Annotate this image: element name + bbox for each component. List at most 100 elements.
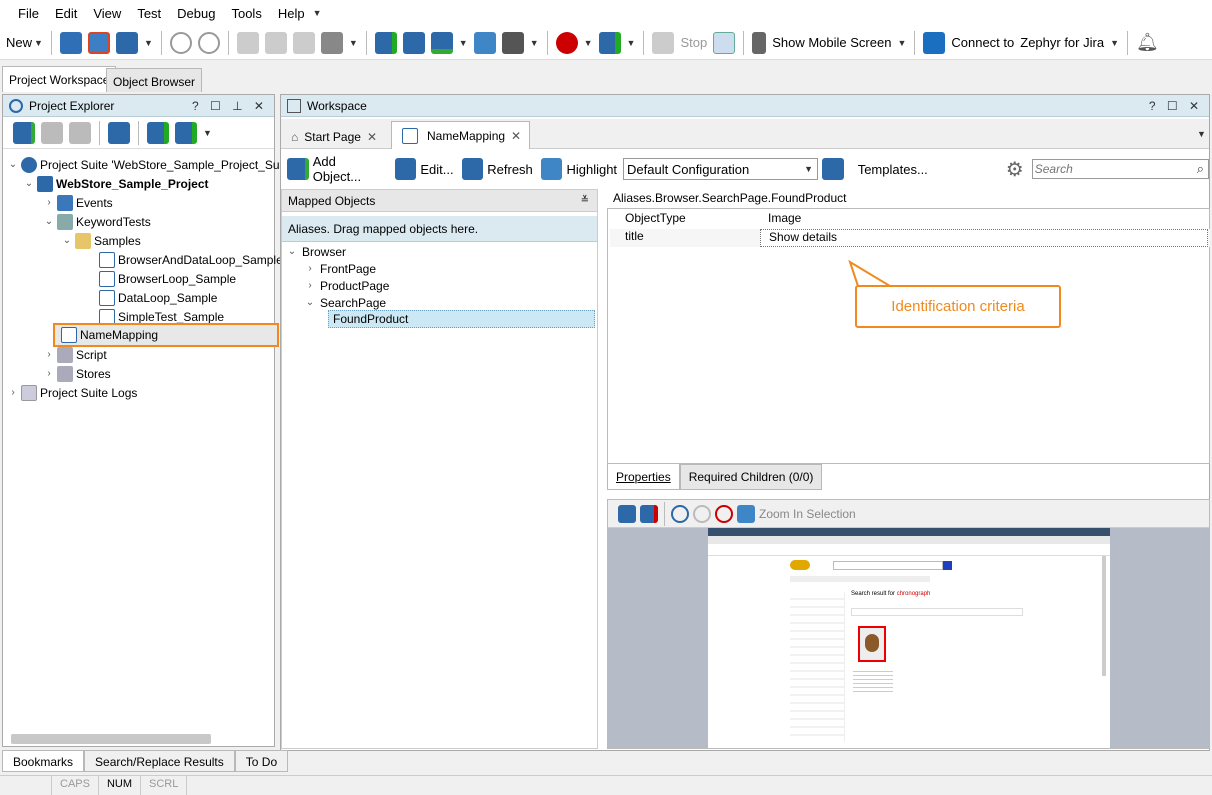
tree-item-browserloop[interactable]: BrowserLoop_Sample [97, 269, 236, 288]
add-project-icon[interactable] [13, 121, 35, 144]
menu-help[interactable]: Help [270, 6, 313, 21]
explorer-icon [9, 98, 23, 113]
panel-controls[interactable]: ? ☐ ⊥ ✕ [192, 99, 268, 113]
tab-project-workspace[interactable]: Project Workspace [2, 66, 117, 92]
zoom-in-icon[interactable] [671, 504, 689, 523]
search-input[interactable] [1032, 162, 1197, 176]
add-object-button[interactable]: Add Object... [313, 154, 387, 184]
workspace-header: Workspace ? ☐ ✕ [281, 95, 1209, 117]
configuration-select[interactable]: Default Configuration ▼ [623, 158, 819, 180]
menu-test[interactable]: Test [129, 6, 169, 21]
main-toolbar: New ▼ ▼ ▼ ▼ ▼ ▼ ▼ Stop Show Mobile Screen… [0, 26, 1212, 60]
project-explorer-header: Project Explorer ? ☐ ⊥ ✕ [3, 95, 274, 117]
close-project-icon[interactable] [87, 31, 110, 54]
paste-icon[interactable] [292, 31, 315, 54]
zoom-out-icon [693, 504, 711, 523]
mobile-icon[interactable] [752, 31, 767, 54]
tree-item-samples[interactable]: ⌄ Samples [61, 231, 141, 250]
close-icon[interactable]: ✕ [511, 129, 521, 143]
menu-file[interactable]: File [10, 6, 47, 21]
checkpoint-icon[interactable] [430, 31, 453, 54]
mini-scrollbar [1102, 556, 1106, 676]
stop-label: Stop [680, 35, 708, 50]
menu-edit[interactable]: Edit [47, 6, 85, 21]
undo-icon[interactable] [169, 31, 192, 54]
tree-item-browseranddataloop[interactable]: BrowserAndDataLoop_Sample [97, 250, 283, 269]
cut-icon[interactable] [236, 31, 259, 54]
tab-search-replace[interactable]: Search/Replace Results [84, 750, 235, 772]
debug-icon[interactable] [713, 31, 736, 54]
mapped-item-foundproduct[interactable]: FoundProduct [328, 310, 595, 328]
highlight-button[interactable]: Highlight [566, 162, 617, 177]
tree-item-stores[interactable]: › Stores [43, 364, 111, 383]
save-icon[interactable] [115, 31, 138, 54]
remove-item-disabled-icon [69, 121, 91, 144]
delete-icon[interactable] [320, 31, 343, 54]
workspace-icon [287, 98, 301, 113]
menu-debug[interactable]: Debug [169, 6, 223, 21]
tree-item-dataloop[interactable]: DataLoop_Sample [97, 288, 217, 307]
mini-search-button [943, 561, 952, 570]
record-icon[interactable] [555, 31, 578, 54]
collapse-icon[interactable]: ≚ [581, 195, 589, 206]
remote-icon[interactable] [473, 31, 496, 54]
run-suite-icon[interactable] [147, 121, 169, 144]
menu-overflow-icon[interactable]: ▼ [313, 8, 322, 18]
workspace-controls[interactable]: ? ☐ ✕ [1149, 99, 1203, 113]
tab-list-icon[interactable]: ▼ [1197, 129, 1206, 139]
templates-button[interactable]: Templates... [858, 162, 928, 177]
explorer-hscrollbar[interactable] [11, 734, 211, 744]
zephyr-label[interactable]: Zephyr for Jira [1020, 35, 1104, 50]
search-icon[interactable]: ⌕ [1197, 161, 1204, 177]
prop-row-objecttype[interactable]: ObjectType Image [610, 211, 1210, 229]
menu-bar: File Edit View Test Debug Tools Help ▼ [0, 0, 1212, 26]
search-box[interactable]: ⌕ [1031, 159, 1209, 179]
menu-tools[interactable]: Tools [223, 6, 269, 21]
object-spy-icon[interactable] [402, 31, 425, 54]
tab-todo[interactable]: To Do [234, 750, 289, 772]
tree-item-events[interactable]: › Events [43, 193, 113, 212]
edit-button[interactable]: Edit... [420, 162, 453, 177]
new-button[interactable]: New ▼ [6, 29, 43, 57]
zoom-selection-icon[interactable] [737, 504, 755, 523]
tree-item-namemapping[interactable]: NameMapping [53, 323, 279, 347]
zephyr-icon [923, 31, 946, 54]
open-icon[interactable] [59, 31, 82, 54]
tree-item-suite-logs[interactable]: › Project Suite Logs [7, 383, 137, 402]
zoom-reset-icon[interactable] [715, 504, 733, 523]
close-icon[interactable]: ✕ [367, 130, 377, 144]
refresh-button[interactable]: Refresh [487, 162, 533, 177]
edit-icon [394, 158, 417, 180]
tree-item-keywordtests[interactable]: ⌄ KeywordTests [43, 212, 151, 231]
database-icon[interactable] [501, 31, 524, 54]
copy-icon[interactable] [264, 31, 287, 54]
tab-object-browser[interactable]: Object Browser [106, 68, 203, 92]
show-mobile-screen-button[interactable]: Show Mobile Screen [772, 35, 891, 50]
clear-image-icon[interactable] [640, 504, 658, 523]
redo-icon[interactable] [197, 31, 220, 54]
tab-namemapping[interactable]: NameMapping ✕ [391, 121, 531, 149]
menu-view[interactable]: View [85, 6, 129, 21]
bell-icon[interactable]: 🔔︎ [1136, 32, 1159, 53]
add-item-disabled-icon [41, 121, 63, 144]
run-project-icon[interactable] [175, 121, 197, 144]
add-item-icon[interactable] [374, 31, 397, 54]
configurations-icon[interactable] [822, 158, 844, 180]
gear-icon[interactable]: ⚙ [1006, 157, 1024, 182]
tree-item-suite[interactable]: ⌄ Project Suite 'WebStore_Sample_Project_… [7, 155, 302, 174]
tab-properties[interactable]: Properties [607, 464, 680, 490]
tree-item-script[interactable]: › Script [43, 345, 107, 364]
refresh-icon [461, 158, 484, 180]
properties-icon[interactable] [108, 121, 130, 144]
refresh-image-icon[interactable] [618, 504, 636, 523]
tree-item-project[interactable]: ⌄ WebStore_Sample_Project [23, 174, 209, 193]
stop-icon[interactable] [652, 31, 675, 54]
prop-row-title[interactable]: title Show details [610, 229, 1210, 247]
connect-label[interactable]: Connect to [951, 35, 1014, 50]
tab-required-children[interactable]: Required Children (0/0) [679, 464, 823, 490]
new-label: New [6, 35, 33, 50]
run-icon[interactable] [598, 31, 621, 54]
tab-bookmarks[interactable]: Bookmarks [2, 750, 85, 772]
tab-start-page[interactable]: ⌂ Start Page ✕ [285, 125, 383, 149]
aliases-drop-area[interactable]: Aliases. Drag mapped objects here. [282, 216, 597, 242]
